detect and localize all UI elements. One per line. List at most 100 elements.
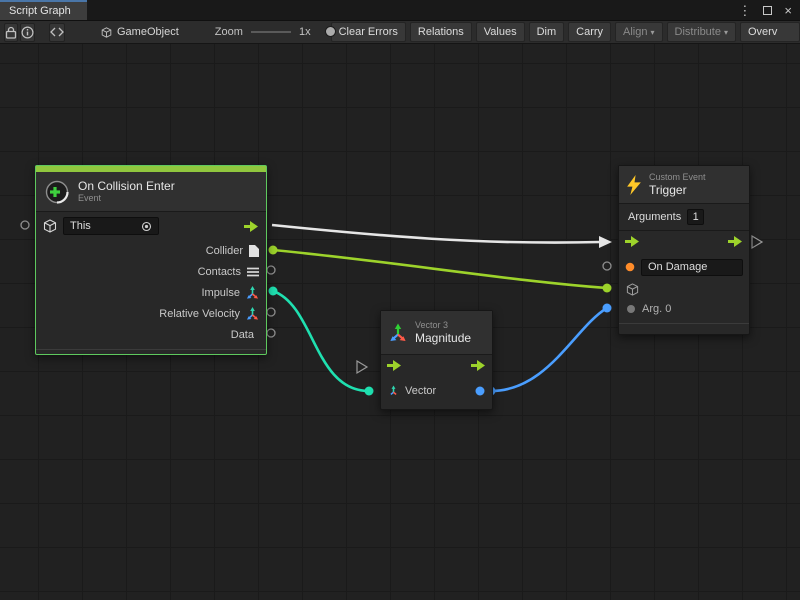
event-name-row: On Damage <box>619 255 749 279</box>
arguments-field[interactable]: 1 <box>687 209 704 225</box>
values-button[interactable]: Values <box>476 22 525 42</box>
port-impulse-out[interactable] <box>269 287 278 296</box>
node-vector3-magnitude[interactable]: Vector 3 Magnitude Vector <box>380 310 493 410</box>
arguments-row: Arguments 1 <box>619 204 749 230</box>
lock-button[interactable] <box>4 23 18 42</box>
port-arg0-in[interactable] <box>603 304 612 313</box>
target-value: This <box>70 220 91 232</box>
maximize-icon[interactable] <box>763 6 772 15</box>
arguments-value: 1 <box>693 211 699 223</box>
flow-hint-triangle-icon <box>357 361 367 373</box>
close-icon[interactable]: × <box>784 4 792 17</box>
chevron-down-icon: ▾ <box>724 28 728 37</box>
tab-script-graph[interactable]: Script Graph <box>0 0 87 20</box>
clear-errors-button[interactable]: Clear Errors <box>331 22 406 42</box>
flow-arrow-icon <box>728 236 743 247</box>
lock-icon <box>5 26 17 39</box>
node-header[interactable]: Vector 3 Magnitude <box>381 311 492 355</box>
flow-in-port[interactable] <box>625 236 640 250</box>
vector3-icon <box>388 385 399 397</box>
info-button[interactable] <box>20 23 35 42</box>
output-row-impulse[interactable]: Impulse <box>36 282 266 303</box>
align-label: Align <box>623 26 647 38</box>
port-vector-in[interactable] <box>365 387 374 396</box>
wire-arrowhead-icon <box>599 236 612 248</box>
zoom-slider[interactable] <box>251 25 291 39</box>
event-name-field[interactable]: On Damage <box>641 259 743 276</box>
wire-control-flow[interactable] <box>272 225 601 243</box>
port-label: Relative Velocity <box>159 308 240 320</box>
port-relative-velocity-out[interactable] <box>267 308 275 316</box>
gameobject-cube-icon <box>626 283 639 296</box>
flow-out-port[interactable] <box>471 360 486 374</box>
overview-button[interactable]: Overv <box>740 22 800 42</box>
more-options-icon[interactable]: ⋮ <box>738 4 751 17</box>
output-row-contacts[interactable]: Contacts <box>36 261 266 282</box>
carry-button[interactable]: Carry <box>568 22 611 42</box>
window-controls: ⋮ × <box>738 0 800 20</box>
wire-magnitude[interactable] <box>491 308 607 391</box>
object-picker-icon[interactable] <box>141 221 152 232</box>
port-collider-out[interactable] <box>269 246 278 255</box>
node-trigger-custom-event[interactable]: Custom Event Trigger Arguments 1 <box>618 165 750 335</box>
gameobject-icon <box>101 27 112 38</box>
arg0-port-dot[interactable] <box>627 305 635 313</box>
wire-impulse[interactable] <box>273 291 369 391</box>
node-subtitle: Event <box>78 193 175 203</box>
port-data-out[interactable] <box>267 329 275 337</box>
node-title: On Collision Enter <box>78 179 175 193</box>
flow-out-port[interactable] <box>244 221 259 232</box>
align-dropdown[interactable]: Align ▾ <box>615 22 662 42</box>
collision-event-icon <box>44 179 70 205</box>
graph-canvas[interactable]: On Collision Enter Event This Collider <box>0 44 800 600</box>
target-field[interactable]: This <box>63 217 159 235</box>
chevron-down-icon: ▾ <box>651 28 655 37</box>
distribute-dropdown[interactable]: Distribute ▾ <box>667 22 736 42</box>
magnitude-output-port[interactable] <box>475 386 485 396</box>
output-row-relative-velocity[interactable]: Relative Velocity <box>36 303 266 324</box>
port-label: Vector <box>405 385 436 397</box>
output-row-data[interactable]: Data <box>36 324 266 345</box>
zoom-slider-handle[interactable] <box>325 26 336 37</box>
node-footer-divider <box>36 349 266 350</box>
gameobject-label: GameObject <box>117 26 179 38</box>
node-header[interactable]: On Collision Enter Event <box>36 172 266 212</box>
vector-input-row[interactable]: Vector <box>381 379 492 403</box>
node-category: Custom Event <box>649 172 706 182</box>
zoom-value: 1x <box>299 26 311 38</box>
edit-graph-button[interactable] <box>49 23 65 42</box>
port-label: Impulse <box>201 287 240 299</box>
node-on-collision-enter[interactable]: On Collision Enter Event This Collider <box>35 165 267 355</box>
port-event-target-in[interactable] <box>21 221 29 229</box>
zoom-slider-track <box>251 31 291 33</box>
distribute-label: Distribute <box>675 26 721 38</box>
lightning-icon <box>627 175 641 195</box>
flow-out-port[interactable] <box>728 236 743 250</box>
port-contacts-out[interactable] <box>267 266 275 274</box>
wire-collider[interactable] <box>273 250 607 288</box>
gameobject-cube-icon <box>43 219 57 233</box>
port-label: Collider <box>206 245 243 257</box>
arg0-row[interactable]: Arg. 0 <box>619 299 749 319</box>
node-footer-divider <box>619 323 749 324</box>
node-header[interactable]: Custom Event Trigger <box>619 166 749 204</box>
target-row[interactable] <box>619 279 749 299</box>
flow-hint-triangle-icon <box>752 236 762 248</box>
vector3-icon <box>389 323 407 342</box>
dim-button[interactable]: Dim <box>529 22 565 42</box>
control-flow-row <box>619 231 749 255</box>
port-trigger-target-in[interactable] <box>603 284 612 293</box>
string-port-dot[interactable] <box>625 262 635 272</box>
flow-arrow-icon <box>387 360 402 371</box>
gameobject-source-button[interactable]: GameObject <box>93 24 187 40</box>
window-titlebar: Script Graph ⋮ × <box>0 0 800 20</box>
info-icon <box>21 26 34 39</box>
output-row-collider[interactable]: Collider <box>36 240 266 261</box>
flow-in-port[interactable] <box>387 360 402 374</box>
port-label: Data <box>231 329 254 341</box>
arguments-label: Arguments <box>628 211 681 223</box>
relations-button[interactable]: Relations <box>410 22 472 42</box>
port-event-name-in[interactable] <box>603 262 611 270</box>
vector3-icon <box>246 307 259 320</box>
flow-arrow-icon <box>625 236 640 247</box>
